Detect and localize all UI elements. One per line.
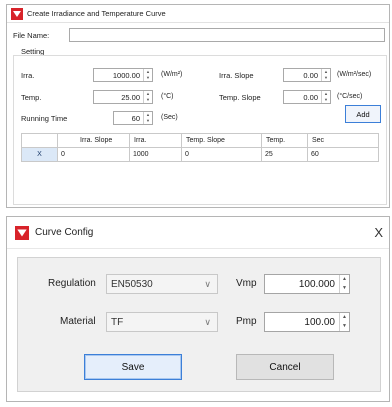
running-time-unit: (Sec) [161,114,178,121]
spin-down-icon[interactable]: ▼ [340,322,349,331]
table-cell[interactable]: 25 [261,147,308,162]
add-button[interactable]: Add [345,105,381,123]
vmp-input[interactable]: 100.000 ▲ ▼ [264,274,350,294]
table-header-temp-slope[interactable]: Temp. Slope [181,133,262,148]
spin-down-icon[interactable]: ▼ [322,75,330,81]
curve-config-window: Curve Config X Regulation EN50530 ∨ Mate… [6,216,390,402]
title-bar[interactable]: Create Irradiance and Temperature Curve [7,5,389,23]
table-cell[interactable]: 0 [181,147,262,162]
running-time-label: Running Time [21,114,68,123]
temp-slope-input[interactable]: 0.00 ▲ ▼ [283,90,331,104]
irra-unit: (W/m²) [161,71,183,78]
table-header-delete [21,133,58,148]
irradiance-curve-window: Create Irradiance and Temperature Curve … [6,4,390,208]
table-header-sec[interactable]: Sec [307,133,379,148]
window-title: Curve Config [35,227,94,238]
table-row[interactable]: X 0 1000 0 25 60 [21,147,379,162]
table-header-row: Irra. Slope Irra. Temp. Slope Temp. Sec [21,133,379,148]
temp-spinner[interactable]: ▲ ▼ [143,91,152,103]
running-time-input[interactable]: 60 ▲ ▼ [113,111,153,125]
spin-down-icon[interactable]: ▼ [144,75,152,81]
pmp-spinner[interactable]: ▲ ▼ [339,313,349,331]
table-cell[interactable]: 60 [307,147,379,162]
temp-label: Temp. [21,93,42,102]
chevron-down-icon[interactable]: ∨ [204,279,211,290]
temp-slope-unit: (°C/sec) [337,93,363,100]
irra-slope-input[interactable]: 0.00 ▲ ▼ [283,68,331,82]
regulation-value: EN50530 [111,278,153,290]
app-logo-icon [11,7,23,20]
spin-down-icon[interactable]: ▼ [144,118,152,124]
irra-input[interactable]: 1000.00 ▲ ▼ [93,68,153,82]
save-button[interactable]: Save [84,354,182,380]
pmp-input[interactable]: 100.00 ▲ ▼ [264,312,350,332]
spin-down-icon[interactable]: ▼ [322,97,330,103]
table-header-irra-slope[interactable]: Irra. Slope [57,133,130,148]
temp-slope-spinner[interactable]: ▲ ▼ [321,91,330,103]
running-time-spinner[interactable]: ▲ ▼ [143,112,152,124]
temp-unit: (°C) [161,93,174,100]
regulation-dropdown[interactable]: EN50530 ∨ [106,274,218,294]
spin-down-icon[interactable]: ▼ [144,97,152,103]
irra-slope-spinner[interactable]: ▲ ▼ [321,69,330,81]
irra-spinner[interactable]: ▲ ▼ [143,69,152,81]
delete-row-button[interactable]: X [21,147,58,162]
app-logo-icon [15,225,29,240]
spin-up-icon[interactable]: ▲ [340,275,349,284]
vmp-label: Vmp [236,278,257,289]
material-label: Material [60,316,96,327]
chevron-down-icon[interactable]: ∨ [204,317,211,328]
file-name-label: File Name: [13,31,50,40]
temp-slope-label: Temp. Slope [219,93,261,102]
table-cell[interactable]: 1000 [129,147,182,162]
material-dropdown[interactable]: TF ∨ [106,312,218,332]
irra-label: Irra. [21,71,35,80]
title-bar[interactable]: Curve Config X [7,217,389,249]
pmp-label: Pmp [236,316,257,327]
spin-up-icon[interactable]: ▲ [340,313,349,322]
table-header-irra[interactable]: Irra. [129,133,182,148]
irra-slope-label: Irra. Slope [219,71,254,80]
close-icon[interactable]: X [374,225,383,240]
file-name-input[interactable] [69,28,385,42]
table-header-temp[interactable]: Temp. [261,133,308,148]
cancel-button[interactable]: Cancel [236,354,334,380]
material-value: TF [111,316,124,328]
irra-slope-unit: (W/m²/sec) [337,71,372,78]
vmp-spinner[interactable]: ▲ ▼ [339,275,349,293]
spin-down-icon[interactable]: ▼ [340,284,349,293]
temp-input[interactable]: 25.00 ▲ ▼ [93,90,153,104]
regulation-label: Regulation [48,278,96,289]
curve-table: Irra. Slope Irra. Temp. Slope Temp. Sec … [21,133,379,162]
table-cell[interactable]: 0 [57,147,130,162]
window-title: Create Irradiance and Temperature Curve [27,9,166,18]
config-panel: Regulation EN50530 ∨ Material TF ∨ Vmp 1… [17,257,381,392]
